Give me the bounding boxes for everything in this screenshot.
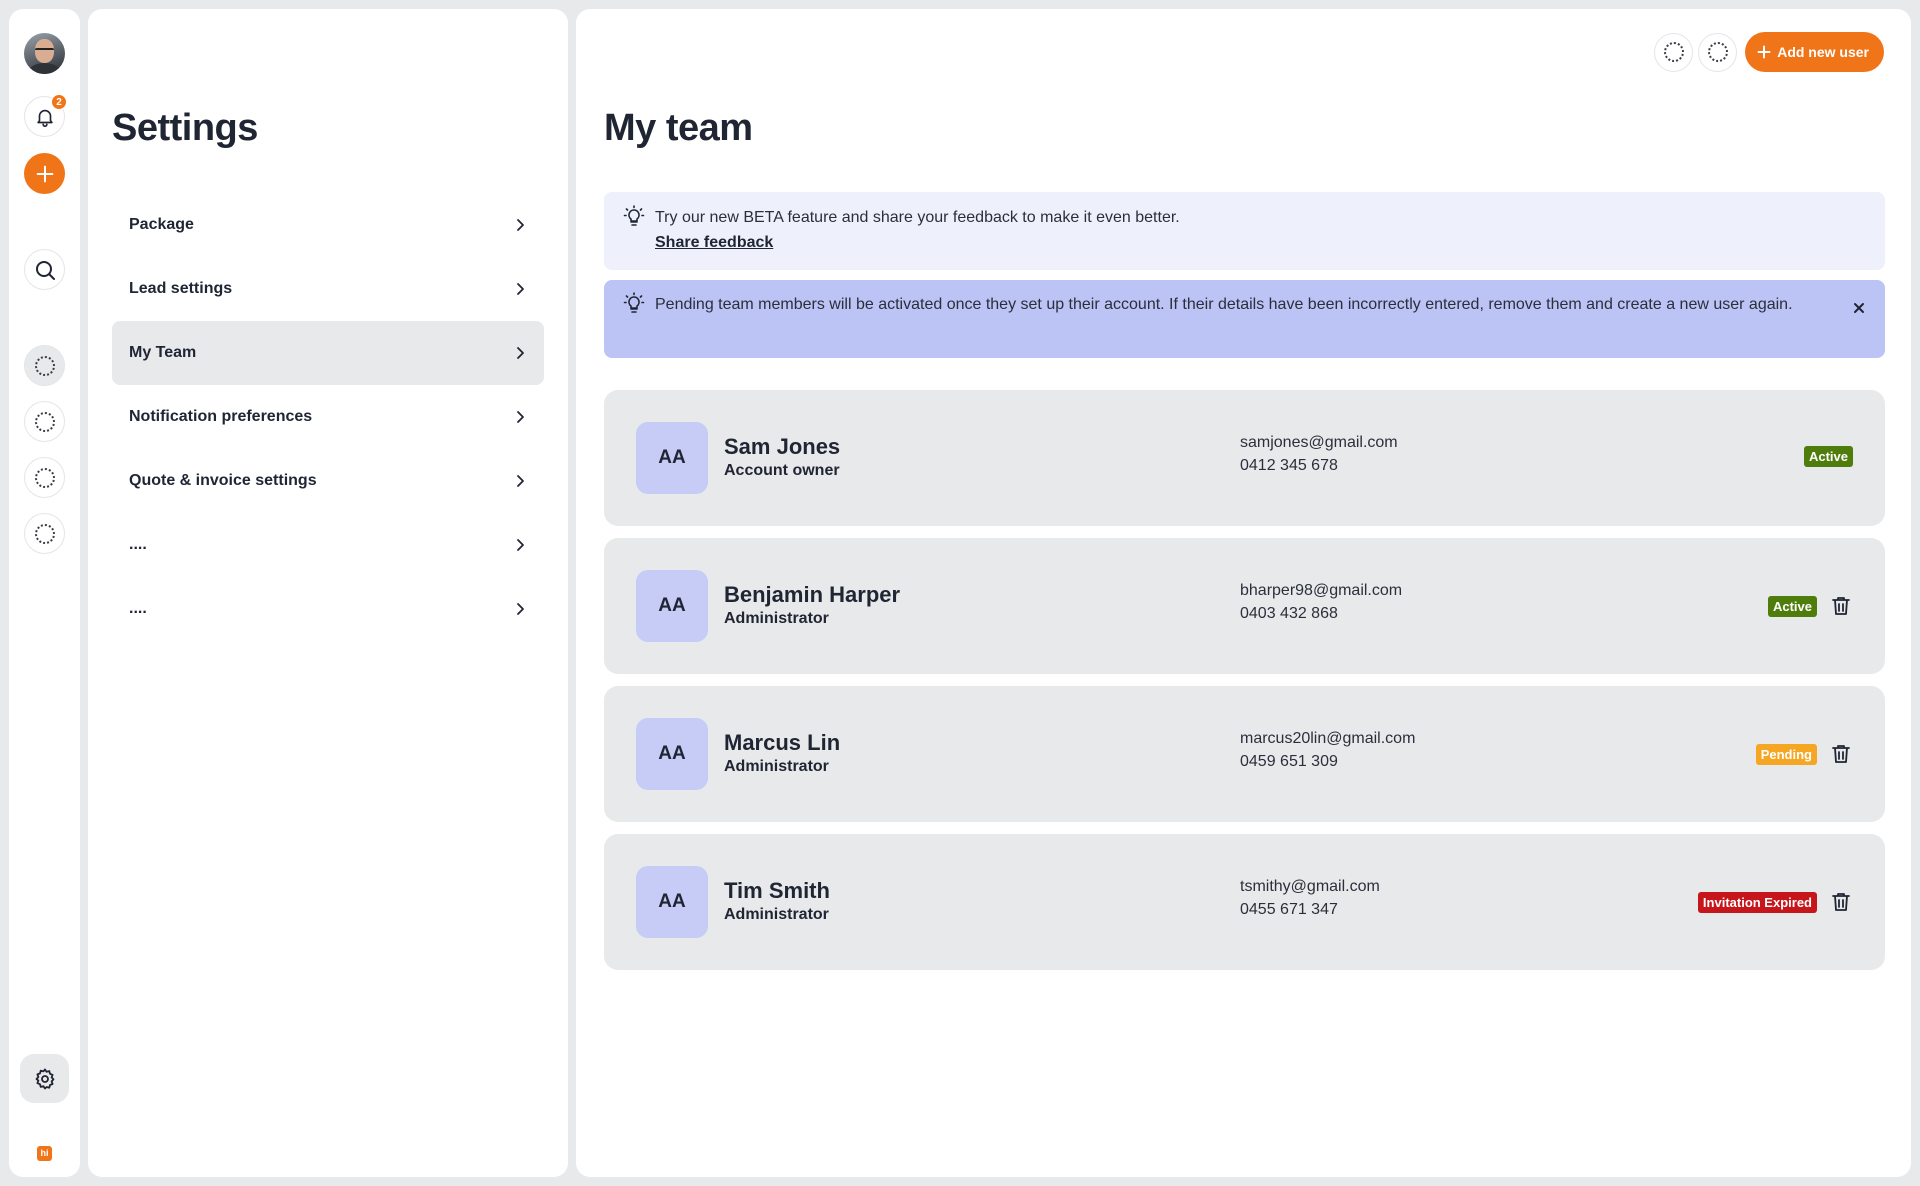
lightbulb-icon bbox=[623, 292, 645, 313]
member-role: Administrator bbox=[724, 610, 829, 627]
page-title: My team bbox=[604, 107, 753, 149]
chevron-right-icon bbox=[517, 603, 524, 615]
placeholder-icon bbox=[34, 523, 55, 544]
brand-logo: hi bbox=[37, 1146, 52, 1161]
top-actions: Add new user bbox=[1654, 32, 1884, 72]
status-badge: Active bbox=[1803, 446, 1853, 467]
pending-info-banner: Pending team members will be activated o… bbox=[604, 280, 1885, 358]
chevron-right-icon bbox=[517, 475, 524, 487]
chevron-right-icon bbox=[517, 411, 524, 423]
settings-item-quote-invoice[interactable]: Quote & invoice settings bbox=[112, 449, 544, 513]
my-team-panel: Add new user My team Try our new BETA fe… bbox=[576, 9, 1911, 1177]
gear-icon bbox=[35, 1068, 54, 1089]
top-action-button-1[interactable] bbox=[1654, 32, 1694, 72]
beta-feedback-banner: Try our new BETA feature and share your … bbox=[604, 192, 1885, 270]
avatar: AA bbox=[636, 422, 708, 494]
team-member-card: AA Sam Jones Account owner samjones@gmai… bbox=[604, 390, 1885, 526]
search-button[interactable] bbox=[24, 249, 65, 290]
notifications-button[interactable]: 2 bbox=[24, 94, 67, 137]
member-role: Administrator bbox=[724, 906, 829, 923]
add-new-user-button[interactable]: Add new user bbox=[1745, 32, 1884, 72]
app-rail: 2 hi bbox=[9, 9, 80, 1177]
close-icon[interactable] bbox=[1851, 300, 1867, 316]
member-name: Tim Smith bbox=[724, 878, 830, 903]
placeholder-icon bbox=[1663, 42, 1684, 62]
rail-nav-item-4[interactable] bbox=[24, 513, 65, 554]
placeholder-icon bbox=[34, 411, 55, 432]
settings-item-label: Lead settings bbox=[129, 280, 233, 297]
top-action-button-2[interactable] bbox=[1698, 32, 1738, 72]
team-member-card: AA Tim Smith Administrator tsmithy@gmail… bbox=[604, 834, 1885, 970]
settings-item-placeholder-1[interactable]: .... bbox=[112, 513, 544, 577]
settings-item-label: .... bbox=[129, 600, 147, 617]
plus-icon bbox=[36, 165, 53, 182]
member-email: marcus20lin@gmail.com bbox=[1240, 730, 1416, 747]
settings-panel: Settings Package Lead settings My Team N… bbox=[88, 9, 568, 1177]
settings-title: Settings bbox=[112, 107, 258, 149]
team-member-card: AA Marcus Lin Administrator marcus20lin@… bbox=[604, 686, 1885, 822]
avatar: AA bbox=[636, 718, 708, 790]
settings-item-label: Package bbox=[129, 216, 194, 233]
member-role: Account owner bbox=[724, 462, 840, 479]
user-avatar[interactable] bbox=[24, 33, 65, 74]
chevron-right-icon bbox=[517, 283, 524, 295]
lightbulb-icon bbox=[623, 205, 645, 226]
member-phone: 0412 345 678 bbox=[1240, 457, 1338, 474]
chevron-right-icon bbox=[517, 219, 524, 231]
member-phone: 0459 651 309 bbox=[1240, 753, 1338, 770]
rail-nav-item-3[interactable] bbox=[24, 457, 65, 498]
member-name: Benjamin Harper bbox=[724, 582, 901, 607]
beta-banner-text: Try our new BETA feature and share your … bbox=[655, 209, 1180, 226]
share-feedback-link[interactable]: Share feedback bbox=[655, 232, 1867, 253]
member-email: samjones@gmail.com bbox=[1240, 434, 1398, 451]
member-phone: 0403 432 868 bbox=[1240, 605, 1338, 622]
add-new-user-label: Add new user bbox=[1777, 44, 1869, 60]
team-member-card: AA Benjamin Harper Administrator bharper… bbox=[604, 538, 1885, 674]
settings-item-notification-preferences[interactable]: Notification preferences bbox=[112, 385, 544, 449]
placeholder-icon bbox=[1707, 42, 1728, 62]
notification-count-badge: 2 bbox=[51, 94, 67, 110]
settings-item-package[interactable]: Package bbox=[112, 193, 544, 257]
member-name: Marcus Lin bbox=[724, 730, 841, 755]
settings-menu: Package Lead settings My Team Notificati… bbox=[112, 193, 544, 641]
pending-banner-text: Pending team members will be activated o… bbox=[655, 296, 1793, 313]
trash-icon[interactable] bbox=[1829, 594, 1853, 618]
settings-item-label: .... bbox=[129, 536, 147, 553]
trash-icon[interactable] bbox=[1829, 890, 1853, 914]
settings-item-my-team[interactable]: My Team bbox=[112, 321, 544, 385]
settings-button[interactable] bbox=[20, 1054, 69, 1103]
member-role: Administrator bbox=[724, 758, 829, 775]
rail-nav-item-2[interactable] bbox=[24, 401, 65, 442]
avatar: AA bbox=[636, 570, 708, 642]
settings-item-label: Quote & invoice settings bbox=[129, 472, 317, 489]
member-name: Sam Jones bbox=[724, 434, 841, 459]
settings-item-label: Notification preferences bbox=[129, 408, 313, 425]
member-email: tsmithy@gmail.com bbox=[1240, 878, 1380, 895]
avatar: AA bbox=[636, 866, 708, 938]
settings-item-label: My Team bbox=[129, 344, 197, 361]
status-badge: Pending bbox=[1755, 743, 1817, 765]
trash-icon[interactable] bbox=[1829, 742, 1853, 766]
create-button[interactable] bbox=[24, 153, 65, 194]
status-badge: Active bbox=[1767, 595, 1817, 617]
status-badge: Invitation Expired bbox=[1697, 891, 1817, 913]
settings-item-placeholder-2[interactable]: .... bbox=[112, 577, 544, 641]
rail-nav-item-1[interactable] bbox=[24, 345, 65, 386]
placeholder-icon bbox=[34, 355, 55, 376]
bell-icon bbox=[36, 109, 53, 127]
placeholder-icon bbox=[34, 467, 55, 488]
search-icon bbox=[35, 260, 55, 280]
settings-item-lead-settings[interactable]: Lead settings bbox=[112, 257, 544, 321]
chevron-right-icon bbox=[517, 539, 524, 551]
member-email: bharper98@gmail.com bbox=[1240, 582, 1403, 599]
plus-icon bbox=[1757, 45, 1771, 59]
member-phone: 0455 671 347 bbox=[1240, 901, 1338, 918]
chevron-right-icon bbox=[517, 347, 524, 359]
